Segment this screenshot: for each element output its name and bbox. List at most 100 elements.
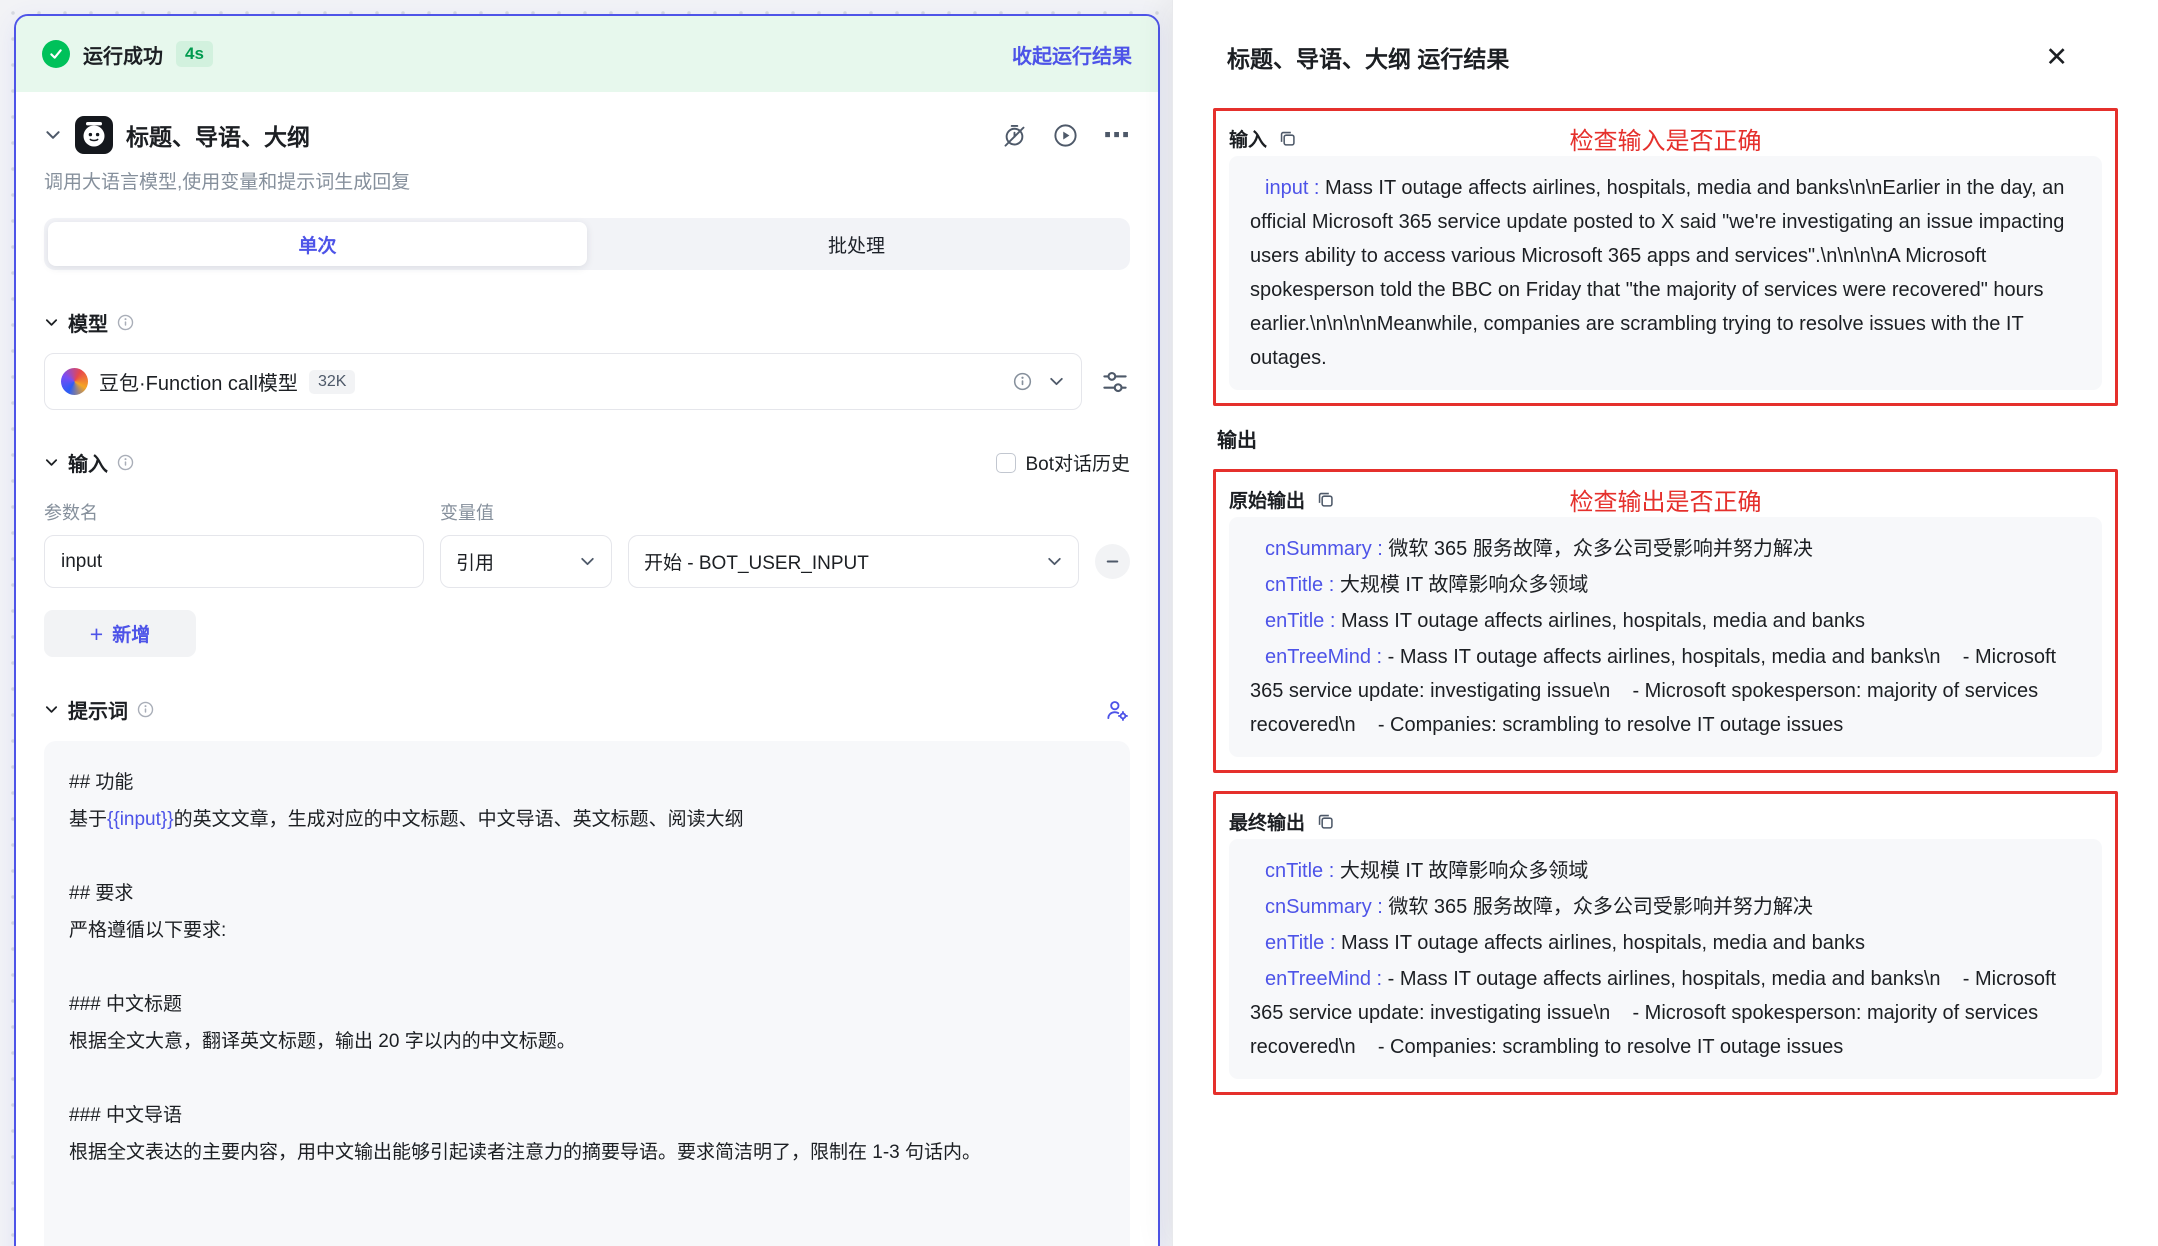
node-header: 标题、导语、大纲 ⋯ <box>44 116 1130 154</box>
results-header: 标题、导语、大纲 运行结果 ✕ <box>1213 40 2118 74</box>
collapse-node-chevron-icon[interactable] <box>44 126 62 144</box>
final-output-check-box: 最终输出 cnTitle : 大规模 IT 故障影响众多领域 cnSummary… <box>1213 791 2118 1095</box>
input-check-box: 输入 检查输入是否正确 input : Mass IT outage affec… <box>1213 108 2118 406</box>
param-name-input[interactable] <box>44 535 424 588</box>
copy-icon[interactable] <box>1316 490 1335 509</box>
entry-value: Mass IT outage affects airlines, hospita… <box>1341 610 1865 632</box>
entry-key: cnSummary : <box>1265 896 1388 918</box>
param-ref-type-select[interactable]: 引用 <box>440 535 612 588</box>
model-select[interactable]: 豆包·Function call模型 32K <box>44 353 1082 410</box>
prompt-editor[interactable]: ## 功能 基于{{input}}的英文文章，生成对应的中文标题、中文导语、英文… <box>44 741 1130 1246</box>
bot-history-checkbox[interactable] <box>996 453 1016 473</box>
output-entry: cnSummary : 微软 365 服务故障，众多公司受影响并努力解决 <box>1250 532 2081 566</box>
param-row: 引用 开始 - BOT_USER_INPUT <box>44 535 1130 588</box>
final-output-header: 最终输出 <box>1229 803 2102 839</box>
entry-key: input : <box>1265 177 1325 199</box>
tab-batch[interactable]: 批处理 <box>587 222 1126 266</box>
input-content: input : Mass IT outage affects airlines,… <box>1229 156 2102 390</box>
info-icon[interactable] <box>117 454 134 471</box>
prompt-section-header: 提示词 <box>44 695 1130 724</box>
mode-tabs: 单次 批处理 <box>44 218 1130 270</box>
model-settings-icon[interactable] <box>1100 367 1130 397</box>
entry-key: enTreeMind : <box>1265 968 1388 990</box>
copy-icon[interactable] <box>1316 812 1335 831</box>
model-logo-icon <box>61 368 88 395</box>
entry-key: enTitle : <box>1265 610 1341 632</box>
info-icon[interactable] <box>117 314 134 331</box>
final-output-label: 最终输出 <box>1229 808 1305 835</box>
bot-avatar <box>75 116 113 154</box>
model-section-chevron-icon[interactable] <box>44 315 59 330</box>
output-entry: cnTitle : 大规模 IT 故障影响众多领域 <box>1250 854 2081 888</box>
input-check-annotation: 检查输入是否正确 <box>1229 121 2102 156</box>
entry-key: cnTitle : <box>1265 860 1340 882</box>
remove-param-button[interactable] <box>1095 544 1130 579</box>
close-icon[interactable]: ✕ <box>2045 44 2068 71</box>
model-name: 豆包·Function call模型 <box>99 367 298 396</box>
param-value-select[interactable]: 开始 - BOT_USER_INPUT <box>628 535 1079 588</box>
output-entry: cnSummary : 微软 365 服务故障，众多公司受影响并努力解决 <box>1250 890 2081 924</box>
entry-value: Mass IT outage affects airlines, hospita… <box>1341 932 1865 954</box>
output-entry: enTreeMind : - Mass IT outage affects ai… <box>1250 962 2081 1064</box>
param-value-column-label: 变量值 <box>440 499 494 525</box>
prompt-section-label: 提示词 <box>68 695 128 724</box>
results-title: 标题、导语、大纲 运行结果 <box>1227 40 1509 74</box>
input-block-header: 输入 检查输入是否正确 <box>1229 120 2102 156</box>
add-param-label: 新增 <box>112 620 150 647</box>
model-context-badge: 32K <box>309 370 355 394</box>
check-circle-icon <box>42 40 70 68</box>
run-results-panel: 标题、导语、大纲 运行结果 ✕ 输入 检查输入是否正确 input : Mass… <box>1172 0 2158 1246</box>
entry-value: 微软 365 服务故障，众多公司受影响并努力解决 <box>1388 538 1812 560</box>
input-section-label: 输入 <box>68 448 108 477</box>
input-block-label: 输入 <box>1229 125 1267 152</box>
entry-value: Mass IT outage affects airlines, hospita… <box>1250 177 2070 369</box>
output-check-annotation: 检查输出是否正确 <box>1229 482 2102 517</box>
info-icon[interactable] <box>137 701 154 718</box>
entry-key: cnTitle : <box>1265 574 1340 596</box>
tab-single[interactable]: 单次 <box>48 222 587 266</box>
output-entry: enTreeMind : - Mass IT outage affects ai… <box>1250 640 2081 742</box>
raw-output-header: 原始输出 检查输出是否正确 <box>1229 481 2102 517</box>
chevron-down-icon <box>1046 553 1063 570</box>
prompt-variable-token: {{input}} <box>107 809 174 830</box>
node-description: 调用大语言模型,使用变量和提示词生成回复 <box>44 167 1130 194</box>
disable-debug-icon[interactable] <box>1001 122 1028 149</box>
llm-node-config-panel: 运行成功 4s 收起运行结果 标题、导语、大纲 <box>14 14 1160 1246</box>
raw-output-content: cnSummary : 微软 365 服务故障，众多公司受影响并努力解决 cnT… <box>1229 517 2102 757</box>
prompt-optimize-icon[interactable] <box>1104 697 1130 723</box>
entry-key: enTreeMind : <box>1265 646 1388 668</box>
run-success-banner: 运行成功 4s 收起运行结果 <box>16 16 1158 92</box>
node-title: 标题、导语、大纲 <box>126 118 310 152</box>
entry-key: cnSummary : <box>1265 538 1388 560</box>
prompt-section-chevron-icon[interactable] <box>44 702 59 717</box>
entry-value: 微软 365 服务故障，众多公司受影响并努力解决 <box>1388 896 1812 918</box>
chevron-down-icon <box>579 553 596 570</box>
input-section-chevron-icon[interactable] <box>44 455 59 470</box>
copy-icon[interactable] <box>1278 129 1297 148</box>
node-actions: ⋯ <box>1001 122 1130 149</box>
raw-output-label: 原始输出 <box>1229 486 1305 513</box>
run-duration-badge: 4s <box>176 41 213 67</box>
chevron-down-icon <box>1048 373 1065 390</box>
entry-value: 大规模 IT 故障影响众多领域 <box>1340 574 1589 596</box>
run-node-icon[interactable] <box>1052 122 1079 149</box>
bot-history-toggle[interactable]: Bot对话历史 <box>996 449 1130 476</box>
param-ref-type-value: 引用 <box>456 548 494 575</box>
input-section-header: 输入 Bot对话历史 <box>44 448 1130 477</box>
raw-output-check-box: 原始输出 检查输出是否正确 cnSummary : 微软 365 服务故障，众多… <box>1213 469 2118 773</box>
output-entry: enTitle : Mass IT outage affects airline… <box>1250 604 2081 638</box>
output-entry: cnTitle : 大规模 IT 故障影响众多领域 <box>1250 568 2081 602</box>
param-value-value: 开始 - BOT_USER_INPUT <box>644 548 869 575</box>
run-status-text: 运行成功 <box>83 40 163 69</box>
more-actions-icon[interactable]: ⋯ <box>1103 122 1130 148</box>
model-info-icon[interactable] <box>1013 372 1032 391</box>
model-section-label: 模型 <box>68 308 108 337</box>
collapse-results-link[interactable]: 收起运行结果 <box>1012 40 1132 69</box>
add-param-button[interactable]: + 新增 <box>44 610 196 657</box>
entry-key: enTitle : <box>1265 932 1341 954</box>
param-name-column-label: 参数名 <box>44 499 440 525</box>
output-section-label: 输出 <box>1217 424 2118 453</box>
bot-history-label: Bot对话历史 <box>1025 449 1130 476</box>
final-output-content: cnTitle : 大规模 IT 故障影响众多领域 cnSummary : 微软… <box>1229 839 2102 1079</box>
plus-icon: + <box>90 624 103 644</box>
